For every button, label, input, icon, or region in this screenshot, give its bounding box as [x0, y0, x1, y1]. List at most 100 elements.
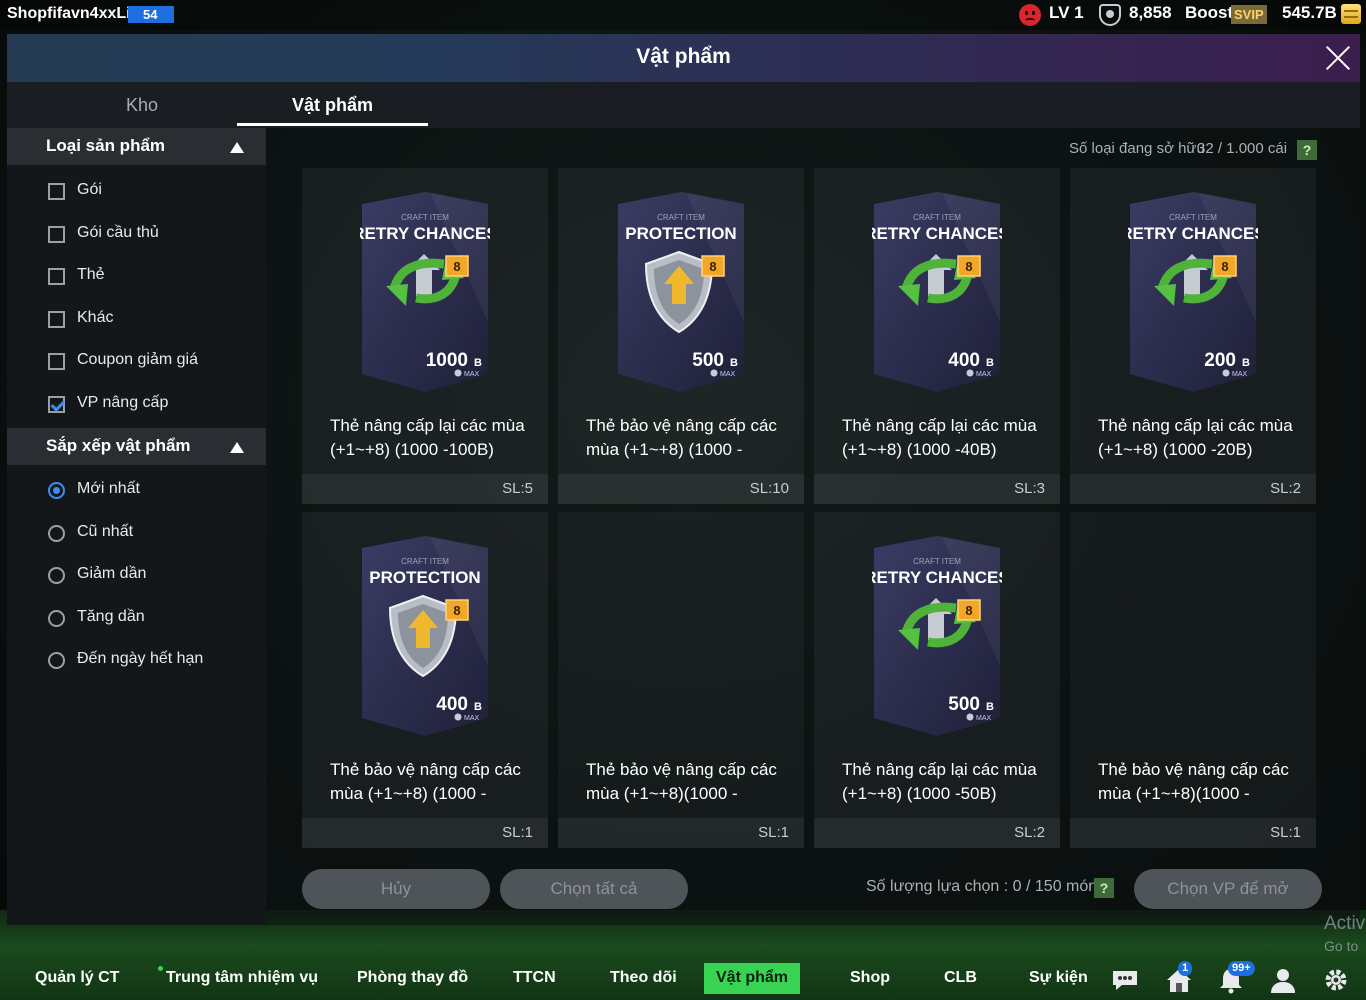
card-value: 500 — [692, 350, 724, 371]
category-checkbox-option[interactable]: Coupon giảm giá — [46, 347, 256, 377]
item-name: Thẻ nâng cấp lại các mùa (+1~+8) (1000 -… — [842, 760, 1037, 803]
filter-sidebar: Loại sản phẩm Gói Gói cầu thủ Thẻ Khác Coupo… — [7, 128, 266, 925]
item-card[interactable]: CRAFT ITEM PROTECTION 8 500 B MAX Thẻ bả… — [558, 168, 804, 504]
nav-item[interactable]: CLB — [944, 969, 977, 987]
item-card[interactable]: CRAFT ITEM PROTECTION 8 400 B MAX Thẻ bả… — [302, 512, 548, 848]
item-card[interactable]: Thẻ bảo vệ nâng cấp các mùa (+1~+8)(1000… — [1070, 512, 1316, 848]
card-value-unit: B — [986, 357, 994, 369]
sort-radio-option[interactable]: Cũ nhất — [46, 519, 256, 549]
category-checkbox-option[interactable]: Thẻ — [46, 262, 256, 292]
radio-button[interactable] — [48, 567, 65, 584]
sort-label: Mới nhất — [77, 480, 140, 497]
username: Shopfifavn4xxLi — [7, 5, 131, 22]
category-checkbox-option[interactable]: VP nâng cấp — [46, 390, 256, 420]
open-selected-button[interactable]: Chọn VP để mở — [1134, 869, 1322, 909]
card-value-unit: B — [474, 701, 482, 713]
item-quantity: SL:2 — [814, 818, 1060, 848]
notification-dot — [158, 966, 163, 971]
category-checkbox-option[interactable]: Khác — [46, 305, 256, 335]
card-title: RETRY CHANCES — [1128, 224, 1258, 243]
item-quantity: SL:10 — [558, 474, 804, 504]
item-name: Thẻ nâng cấp lại các mùa (+1~+8) (1000 -… — [842, 416, 1037, 459]
bell-badge: 99+ — [1228, 961, 1255, 976]
tab-bar: Kho Vật phẩm — [7, 82, 1360, 128]
category-section-header[interactable]: Loại sản phẩm — [7, 128, 266, 165]
item-name: Thẻ bảo vệ nâng cấp các mùa (+1~+8) (100… — [586, 416, 777, 459]
watermark-line1: Activ — [1324, 913, 1366, 934]
chat-icon[interactable] — [1110, 966, 1140, 994]
help-icon[interactable]: ? — [1297, 140, 1317, 160]
select-all-button[interactable]: Chọn tất cả — [500, 869, 688, 909]
collapse-triangle-icon[interactable] — [230, 142, 244, 153]
nav-item[interactable]: Shop — [850, 969, 890, 987]
checkbox[interactable] — [48, 225, 65, 243]
checkbox[interactable] — [48, 268, 65, 285]
coin-icon[interactable] — [1341, 4, 1361, 24]
top-bar: Shopfifavn4xxLi 54 LV 1 8,858 Boost SVIP… — [0, 0, 1366, 30]
card-top-label: CRAFT ITEM — [913, 557, 961, 566]
item-card-art: CRAFT ITEM PROTECTION 8 500 B MAX — [616, 192, 746, 392]
radio-button[interactable] — [48, 652, 65, 669]
card-title: PROTECTION — [369, 568, 480, 587]
owned-types-label: Số loại đang sở hữu — [1069, 140, 1205, 157]
sort-radio-option[interactable]: Tăng dần — [46, 604, 256, 634]
nav-item[interactable]: TTCN — [513, 969, 556, 987]
home-badge: 1 — [1178, 961, 1193, 976]
sort-section-title: Sắp xếp vật phẩm — [46, 436, 191, 455]
card-title: RETRY CHANCES — [360, 224, 490, 243]
sort-section-header[interactable]: Sắp xếp vật phẩm — [7, 428, 266, 465]
nav-item[interactable]: Trung tâm nhiệm vụ — [166, 969, 318, 987]
max-coin-icon — [710, 369, 718, 377]
category-checkbox-option[interactable]: Gói — [46, 177, 256, 207]
active-tab-indicator — [237, 123, 428, 126]
level-chip-text: 8 — [965, 259, 972, 274]
svip-badge: SVIP — [1231, 5, 1267, 24]
item-quantity: SL:5 — [302, 474, 548, 504]
card-title: RETRY CHANCES — [872, 224, 1002, 243]
sort-radio-option[interactable]: Giảm dần — [46, 561, 256, 591]
cancel-button[interactable]: Hủy — [302, 869, 490, 909]
level-label: LV 1 — [1049, 3, 1084, 22]
nav-item[interactable]: Vật phẩm — [704, 963, 801, 994]
checkbox[interactable] — [48, 395, 65, 413]
item-grid-panel: Số loại đang sở hữu 32 / 1.000 cái ? CRA… — [266, 128, 1360, 925]
item-name: Thẻ bảo vệ nâng cấp các mùa (+1~+8)(1000… — [586, 760, 777, 803]
nav-item[interactable]: Quản lý CT — [35, 969, 119, 987]
tab-kho[interactable]: Kho — [77, 95, 207, 116]
card-value: 200 — [1204, 350, 1236, 371]
watermark-line2: Go to — [1324, 938, 1359, 954]
page-title: Vật phẩm — [636, 45, 731, 68]
sort-radio-option[interactable]: Mới nhất — [46, 476, 256, 506]
radio-button[interactable] — [48, 524, 65, 542]
settings-gear-icon[interactable] — [1321, 966, 1351, 994]
item-quantity: SL:2 — [1070, 474, 1316, 504]
sort-radio-option[interactable]: Đến ngày hết hạn — [46, 646, 256, 676]
checkbox[interactable] — [48, 353, 65, 370]
checkbox[interactable] — [48, 310, 65, 328]
item-card[interactable]: CRAFT ITEM RETRY CHANCES 8 400 B MAX Thẻ… — [814, 168, 1060, 504]
card-max-label: MAX — [976, 715, 992, 722]
item-card[interactable]: CRAFT ITEM RETRY CHANCES 8 500 B MAX Thẻ… — [814, 512, 1060, 848]
collapse-triangle-icon[interactable] — [230, 442, 244, 453]
profile-icon[interactable] — [1268, 966, 1298, 994]
item-card[interactable]: CRAFT ITEM RETRY CHANCES 8 1000 B MAX Th… — [302, 168, 548, 504]
max-coin-icon — [454, 369, 462, 377]
nav-item[interactable]: Theo dõi — [610, 969, 677, 987]
item-card[interactable]: CRAFT ITEM RETRY CHANCES 8 200 B MAX Thẻ… — [1070, 168, 1316, 504]
radio-button[interactable] — [48, 609, 65, 627]
help-icon[interactable]: ? — [1094, 878, 1114, 898]
fans-count: 8,858 — [1129, 3, 1172, 22]
checkbox[interactable] — [48, 183, 65, 200]
category-checkbox-option[interactable]: Gói cầu thủ — [46, 220, 256, 250]
radio-button[interactable] — [48, 482, 65, 499]
boost-label[interactable]: Boost — [1185, 3, 1233, 23]
nav-item[interactable]: Phòng thay đồ — [357, 969, 468, 987]
tab-vat-pham[interactable]: Vật phẩm — [237, 95, 428, 116]
level-badge: 54 — [128, 6, 174, 23]
close-icon[interactable] — [1320, 40, 1356, 76]
nav-item[interactable]: Sự kiện — [1029, 969, 1088, 987]
level-chip-text: 8 — [709, 259, 716, 274]
card-max-label: MAX — [464, 371, 480, 378]
window-header: Vật phẩm — [7, 34, 1360, 82]
item-card[interactable]: Thẻ bảo vệ nâng cấp các mùa (+1~+8)(1000… — [558, 512, 804, 848]
